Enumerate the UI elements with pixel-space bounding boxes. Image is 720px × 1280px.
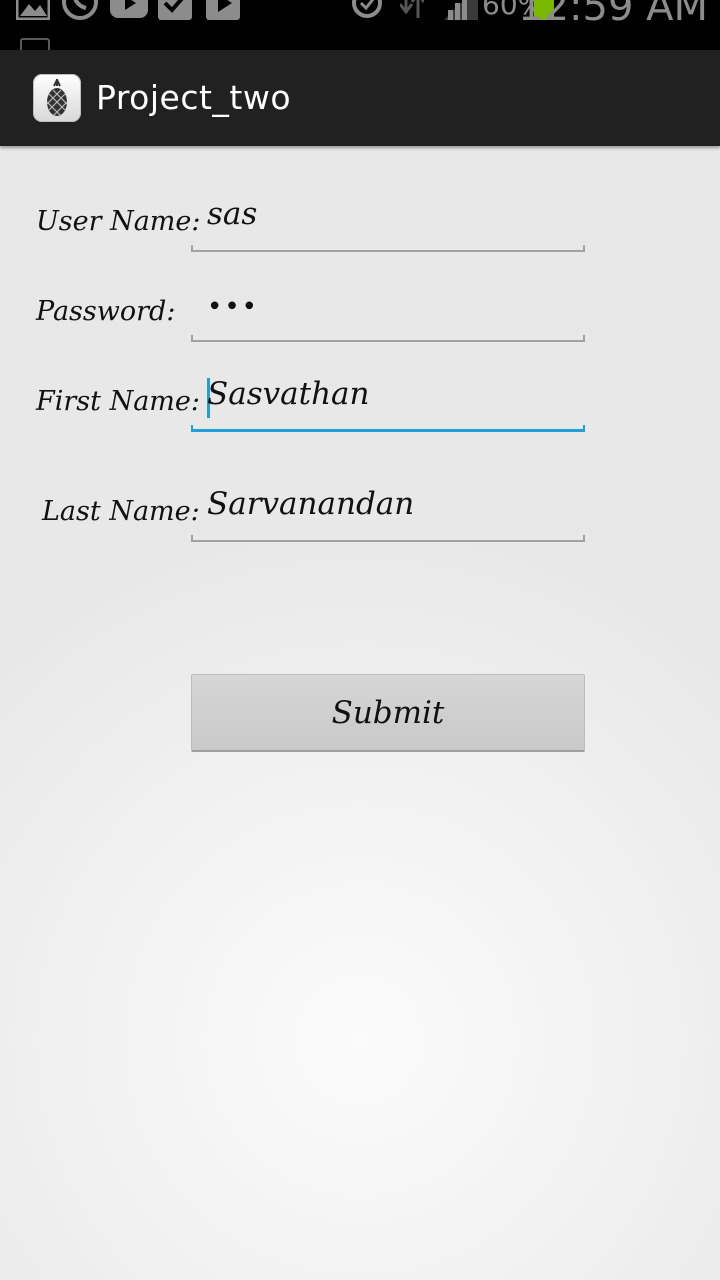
username-value: sas (207, 196, 258, 232)
username-field[interactable]: sas (191, 192, 585, 252)
password-field[interactable]: ••• (191, 282, 585, 342)
notification-checkbox-icon (20, 38, 50, 50)
app-title: Project_two (96, 78, 292, 117)
submit-button[interactable]: Submit (191, 674, 585, 752)
password-underline (191, 335, 585, 342)
pineapple-icon (33, 74, 81, 122)
action-bar: Project_two (0, 50, 720, 146)
whatsapp-icon (62, 0, 98, 20)
status-bar: 60% 12:59 AM (0, 0, 720, 50)
first-name-label: First Name: (36, 386, 200, 417)
youtube-icon (110, 0, 148, 18)
last-name-label: Last Name: (42, 496, 200, 527)
last-name-underline (191, 535, 585, 542)
signal-icon (444, 0, 478, 20)
alarm-icon (352, 0, 382, 18)
password-value: ••• (207, 292, 260, 322)
first-name-field[interactable]: Sasvathan (191, 372, 585, 432)
username-label: User Name: (36, 206, 201, 237)
first-name-underline (191, 425, 585, 432)
last-name-value: Sarvanandan (207, 486, 415, 522)
username-underline (191, 245, 585, 252)
gallery-icon (16, 0, 50, 20)
status-clock: 12:59 AM (518, 0, 708, 30)
first-name-value: Sasvathan (207, 376, 370, 412)
data-transfer-icon (400, 0, 424, 18)
last-name-field[interactable]: Sarvanandan (191, 482, 585, 542)
checkbox-icon (158, 0, 192, 20)
password-label: Password: (36, 296, 176, 327)
play-store-icon (206, 0, 240, 20)
